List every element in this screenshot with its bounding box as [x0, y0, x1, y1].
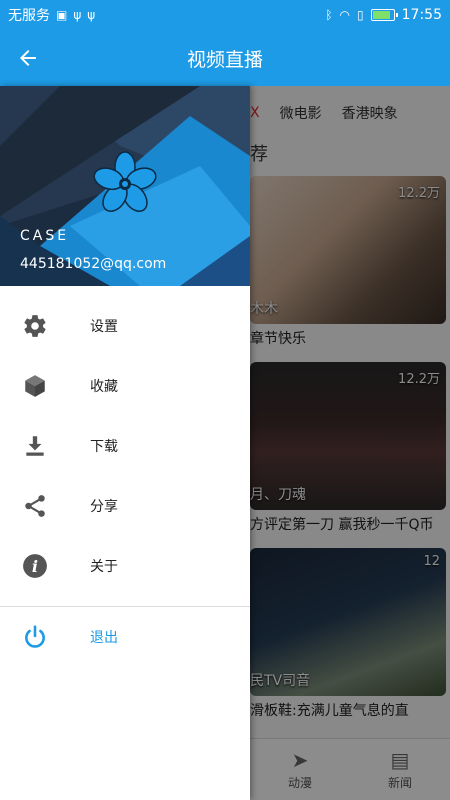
- page-title: 视频直播: [186, 48, 263, 71]
- cube-icon: [18, 369, 52, 403]
- back-button[interactable]: [0, 30, 56, 86]
- gear-icon: [18, 309, 52, 343]
- scrim-overlay[interactable]: [250, 86, 450, 800]
- carrier-text: 无服务: [8, 8, 50, 24]
- menu-item-label: 关于: [90, 559, 118, 575]
- usb-icon: ψ: [73, 8, 82, 22]
- menu-item-label: 下载: [90, 439, 118, 455]
- menu-item-label: 退出: [90, 630, 118, 646]
- usb-debug-icon: ψ: [87, 8, 96, 22]
- drawer-menu: 设置 收藏 下载 分享 i 关于 退出: [0, 286, 250, 667]
- menu-item-label: 收藏: [90, 379, 118, 395]
- app-bar: 视频直播: [0, 30, 450, 86]
- no-sim-icon: ▯: [357, 8, 364, 22]
- bluetooth-icon: ᛒ: [325, 8, 333, 22]
- clock-text: 17:55: [401, 7, 442, 23]
- svg-text:i: i: [32, 557, 38, 576]
- menu-item-share[interactable]: 分享: [0, 476, 250, 536]
- navigation-drawer: CASE 445181052@qq.com 设置 收藏 下载 分享 i 关于 退…: [0, 86, 250, 800]
- status-bar: 无服务 ▣ ψ ψ ᛒ ◠ ▯ 17:55: [0, 0, 450, 30]
- battery-icon: [370, 9, 398, 21]
- arrow-left-icon: [20, 50, 36, 66]
- menu-item-logout[interactable]: 退出: [0, 607, 250, 667]
- wifi-icon: ◠: [339, 8, 351, 22]
- info-icon: i: [18, 549, 52, 583]
- menu-item-label: 分享: [90, 499, 118, 515]
- image-notification-icon: ▣: [56, 8, 68, 22]
- share-icon: [18, 489, 52, 523]
- menu-item-settings[interactable]: 设置: [0, 296, 250, 356]
- menu-item-label: 设置: [90, 319, 118, 335]
- menu-item-download[interactable]: 下载: [0, 416, 250, 476]
- user-email: 445181052@qq.com: [20, 256, 167, 272]
- user-name: CASE: [20, 228, 70, 244]
- drawer-header: CASE 445181052@qq.com: [0, 86, 250, 286]
- menu-item-about[interactable]: i 关于: [0, 536, 250, 596]
- download-icon: [18, 429, 52, 463]
- power-icon: [18, 620, 52, 654]
- menu-item-favorites[interactable]: 收藏: [0, 356, 250, 416]
